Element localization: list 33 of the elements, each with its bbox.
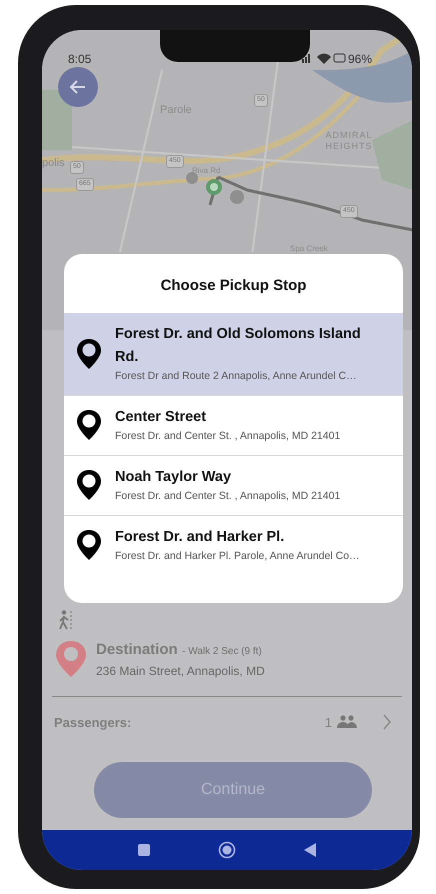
stop-name: Center Street bbox=[115, 408, 208, 427]
dialog-title: Choose Pickup Stop bbox=[160, 276, 308, 296]
stop-address: Forest Dr. and Center St. , Annapolis, MD 21401 bbox=[115, 488, 342, 504]
stop-name: Noah Taylor Way bbox=[115, 468, 232, 487]
map-label: polis bbox=[42, 156, 65, 171]
battery-level: 96% bbox=[348, 51, 372, 68]
recent-apps-icon[interactable] bbox=[138, 844, 150, 856]
walk-time: - Walk 2 Sec (9 ft) bbox=[182, 646, 262, 656]
stop-option[interactable]: Forest Dr. and Old Solomons Island Rd. Forest Dr and Route 2 Annapolis, Anne Arundel C… bbox=[64, 312, 403, 396]
map-pin-icon bbox=[76, 338, 102, 370]
stop-name: Forest Dr. and Old Solomons Island Rd. bbox=[115, 324, 362, 367]
stop-address: Forest Dr. and Harker Pl. Parole, Anne Arundel Co… bbox=[115, 548, 361, 564]
passengers-label: Passengers: bbox=[54, 714, 132, 732]
people-icon bbox=[336, 715, 358, 730]
signal-wifi-icon bbox=[300, 52, 346, 64]
back-nav-icon[interactable] bbox=[304, 843, 316, 857]
stop-address: Forest Dr and Route 2 Annapolis, Anne Arundel C… bbox=[115, 368, 358, 384]
status-time: 8:05 bbox=[68, 51, 92, 68]
destination-pin-icon bbox=[54, 638, 88, 678]
back-button[interactable] bbox=[58, 67, 98, 107]
arrow-left-icon bbox=[70, 80, 86, 94]
destination-title: Destination bbox=[96, 640, 178, 658]
stop-option[interactable]: Noah Taylor Way Forest Dr. and Center St. , Annapolis, MD 21401 bbox=[64, 456, 403, 516]
stop-address: Forest Dr. and Center St. , Annapolis, MD 21401 bbox=[115, 428, 342, 444]
destination-address: 236 Main Street, Annapolis, MD bbox=[96, 662, 265, 680]
map-pin-icon bbox=[76, 528, 102, 561]
passenger-count: 1 bbox=[324, 714, 332, 732]
chevron-right-icon[interactable] bbox=[382, 714, 392, 730]
map-pin-icon bbox=[76, 469, 102, 502]
stop-name: Forest Dr. and Harker Pl. bbox=[115, 528, 286, 546]
walking-icon bbox=[58, 610, 72, 630]
map-pin-icon bbox=[76, 409, 102, 442]
home-icon[interactable] bbox=[218, 841, 236, 859]
